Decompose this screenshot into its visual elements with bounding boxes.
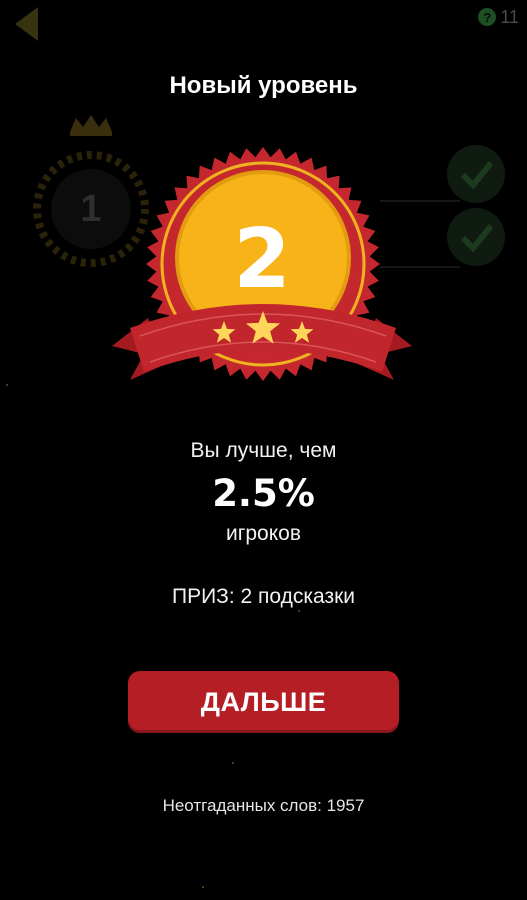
continue-button[interactable]: ДАЛЬШЕ — [128, 671, 399, 733]
prize-text: ПРИЗ: 2 подсказки — [171, 585, 356, 608]
players-label: игроков — [225, 522, 301, 545]
background-speck — [202, 886, 204, 888]
level-badge: 2 — [100, 140, 424, 404]
better-than-label: Вы лучше, чем — [190, 439, 337, 462]
badge-level-number: 2 — [233, 212, 291, 307]
background-speck — [232, 762, 234, 764]
background-check-icon — [447, 208, 505, 266]
percent-value: 2.5% — [212, 472, 315, 515]
background-speck — [298, 610, 300, 612]
background-check-icon — [447, 145, 505, 203]
unguessed-words-count: Неотгаданных слов: 1957 — [162, 796, 365, 815]
background-speck — [6, 384, 8, 386]
